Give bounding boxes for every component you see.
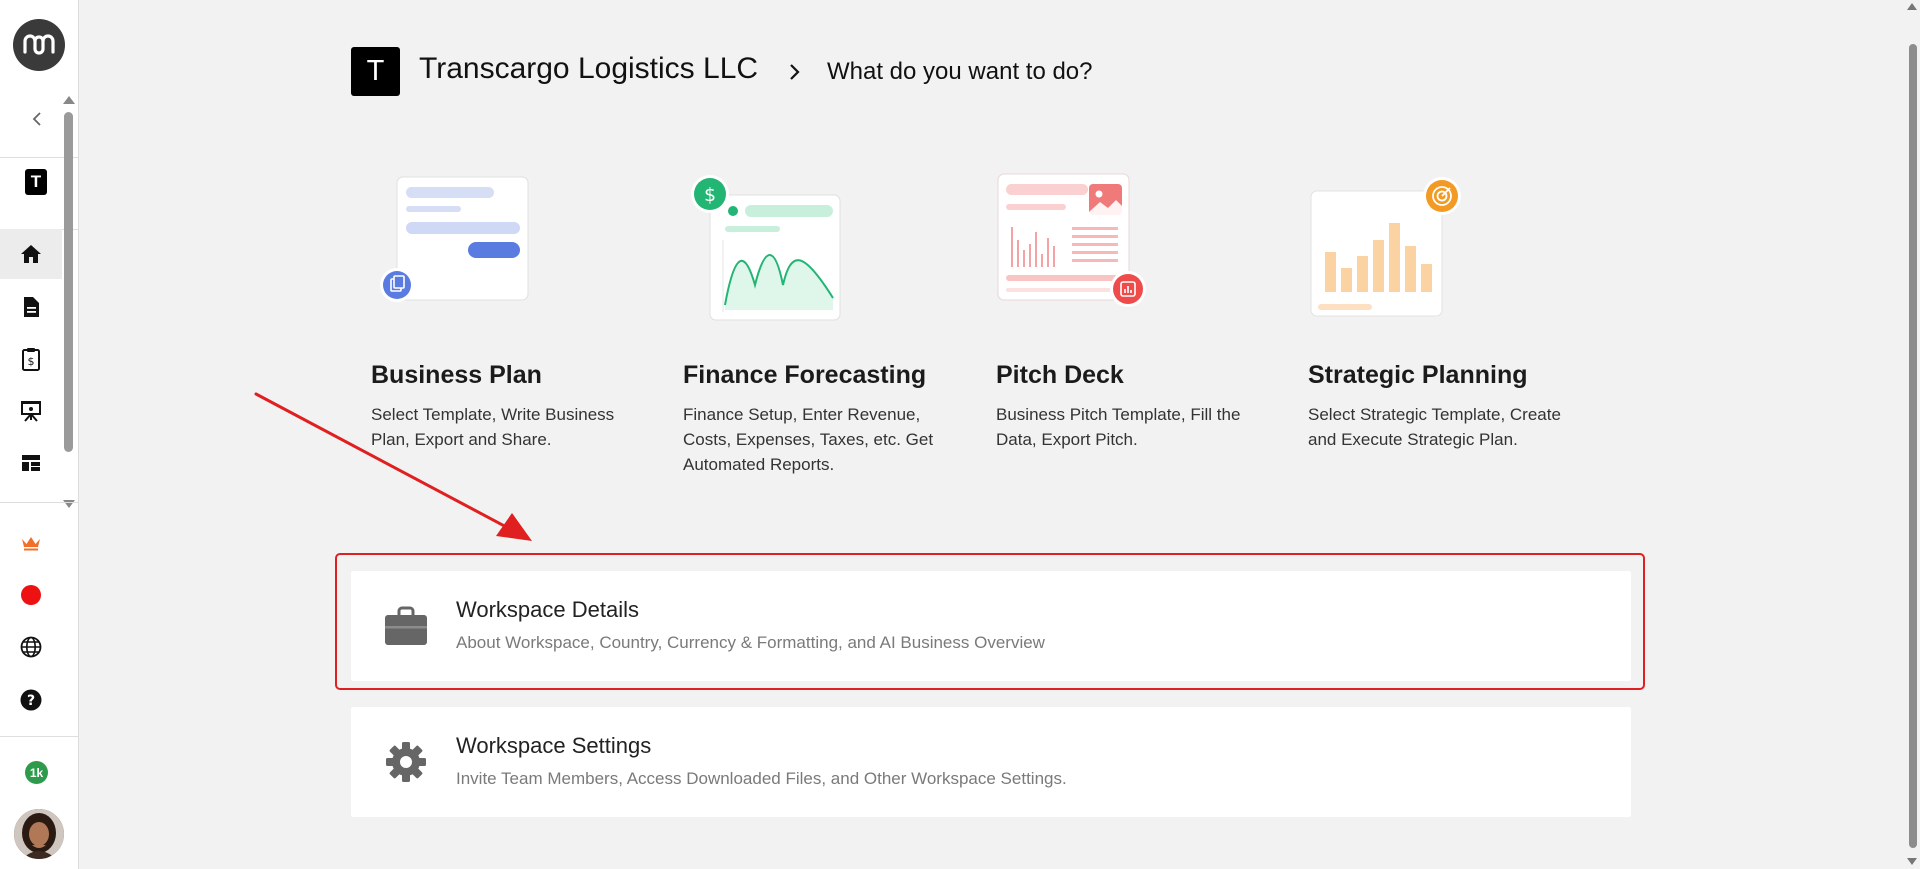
app-logo-icon[interactable] [13, 19, 65, 71]
dashboard-icon [22, 455, 40, 471]
sidebar-item-language[interactable] [0, 622, 62, 672]
option-title: Workspace Settings [456, 733, 652, 758]
sidebar-item-home[interactable] [0, 229, 62, 279]
sidebar-item-pitch-deck[interactable] [0, 386, 62, 436]
collapse-sidebar-icon[interactable] [26, 108, 48, 130]
card-title: Business Plan [371, 361, 542, 389]
credits-badge[interactable]: 1k [25, 761, 48, 784]
red-dot-icon [21, 585, 41, 605]
sidebar-divider [0, 502, 78, 503]
card-title: Pitch Deck [996, 361, 1124, 389]
option-title: Workspace Details [456, 597, 639, 622]
workspace-details-option[interactable]: Workspace Details About Workspace, Count… [351, 571, 1631, 681]
card-description: Finance Setup, Enter Revenue, Costs, Exp… [683, 405, 934, 474]
sidebar-item-strategic[interactable] [0, 438, 62, 488]
globe-icon [20, 636, 42, 658]
finance-clipboard-icon: $ [22, 348, 40, 371]
svg-text:$: $ [704, 184, 716, 206]
card-description: Business Pitch Template, Fill the Data, … [996, 405, 1241, 449]
svg-text:?: ? [27, 693, 35, 709]
sidebar-item-upgrade[interactable] [0, 518, 62, 568]
business-plan-illustration [351, 170, 531, 340]
workspace-logo: T [351, 47, 400, 96]
card-title: Strategic Planning [1308, 361, 1528, 389]
gear-icon [383, 739, 429, 785]
sidebar: T $ ? 1k [0, 0, 79, 869]
option-description: About Workspace, Country, Currency & For… [456, 633, 1045, 652]
pitch-deck-illustration [976, 170, 1156, 340]
sidebar-item-help[interactable]: ? [0, 675, 62, 725]
page-scroll-up[interactable] [1907, 3, 1917, 10]
workspace-name[interactable]: Transcargo Logistics LLC [419, 52, 758, 86]
avatar[interactable] [14, 809, 64, 859]
strategic-illustration [1288, 170, 1468, 340]
card-description: Select Template, Write Business Plan, Ex… [371, 405, 615, 449]
workspace-settings-option[interactable]: Workspace Settings Invite Team Members, … [351, 707, 1631, 817]
document-icon [24, 297, 39, 317]
sidebar-workspace-badge[interactable]: T [25, 169, 47, 195]
page-title: What do you want to do? [827, 58, 1093, 85]
card-business-plan[interactable]: Business Plan Select Template, Write Bus… [351, 170, 651, 480]
help-icon: ? [20, 689, 42, 711]
sidebar-scroll-up[interactable] [63, 96, 75, 104]
page-scroll-thumb[interactable] [1909, 44, 1917, 848]
chevron-right-icon [786, 61, 804, 83]
svg-text:$: $ [28, 355, 35, 368]
sidebar-scrollbar[interactable] [64, 112, 73, 452]
sidebar-divider [0, 736, 78, 737]
sidebar-item-record[interactable] [0, 570, 62, 620]
page-scrollbar[interactable] [1906, 0, 1920, 869]
briefcase-icon [383, 603, 429, 649]
home-icon [21, 245, 41, 263]
sidebar-item-business-plan[interactable] [0, 282, 62, 332]
card-description: Select Strategic Template, Create and Ex… [1308, 405, 1561, 449]
card-strategic-planning[interactable]: Strategic Planning Select Strategic Temp… [1288, 170, 1588, 480]
option-description: Invite Team Members, Access Downloaded F… [456, 769, 1067, 788]
page-scroll-down[interactable] [1907, 858, 1917, 865]
card-title: Finance Forecasting [683, 361, 927, 389]
card-pitch-deck[interactable]: Pitch Deck Business Pitch Template, Fill… [976, 170, 1276, 480]
finance-illustration: $ [663, 170, 843, 340]
presentation-icon [21, 401, 41, 422]
card-finance-forecasting[interactable]: $ Finance Forecasting Finance Setup, Ent… [663, 170, 963, 480]
crown-icon [22, 537, 40, 551]
sidebar-item-finance[interactable]: $ [0, 334, 62, 384]
